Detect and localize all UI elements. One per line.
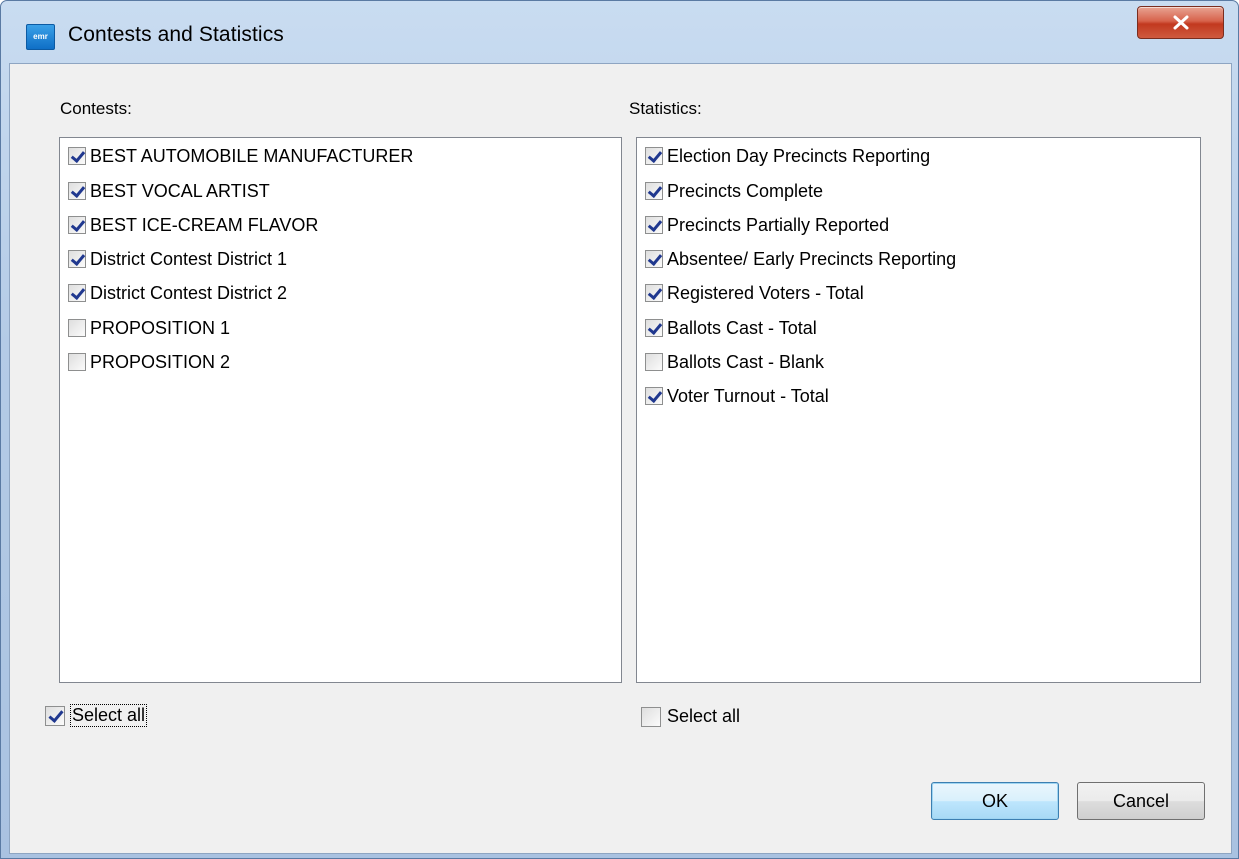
contest-checkbox-0[interactable]	[68, 147, 86, 165]
statistic-item[interactable]: Precincts Partially Reported	[645, 212, 889, 238]
contest-item[interactable]: BEST VOCAL ARTIST	[68, 178, 270, 204]
statistic-item-label: Voter Turnout - Total	[667, 385, 829, 406]
contest-item-label: PROPOSITION 2	[90, 351, 231, 372]
statistic-checkbox-2[interactable]	[645, 216, 663, 234]
contests-label: Contests:	[60, 99, 132, 118]
dialog-body: Contests: Statistics: BEST AUTOMOBILE MA…	[9, 63, 1232, 854]
statistic-checkbox-6[interactable]	[645, 353, 663, 371]
statistic-item[interactable]: Registered Voters - Total	[645, 280, 864, 306]
statistic-checkbox-5[interactable]	[645, 319, 663, 337]
contests-select-all-label: Select all	[69, 704, 148, 727]
contest-checkbox-1[interactable]	[68, 182, 86, 200]
contest-item-label: District Contest District 2	[90, 282, 288, 303]
statistic-item[interactable]: Election Day Precincts Reporting	[645, 143, 930, 169]
contest-item[interactable]: District Contest District 1	[68, 246, 287, 272]
contest-checkbox-2[interactable]	[68, 216, 86, 234]
app-icon: emr	[26, 24, 55, 50]
contest-item-label: BEST AUTOMOBILE MANUFACTURER	[90, 145, 414, 166]
statistic-item-label: Election Day Precincts Reporting	[667, 145, 931, 166]
statistic-item[interactable]: Precincts Complete	[645, 178, 823, 204]
ok-button[interactable]: OK	[931, 782, 1059, 820]
contest-item[interactable]: BEST ICE-CREAM FLAVOR	[68, 212, 318, 238]
statistic-item-label: Absentee/ Early Precincts Reporting	[667, 248, 957, 269]
close-icon	[1173, 15, 1189, 30]
statistics-select-all-checkbox[interactable]	[641, 706, 661, 727]
statistic-item-label: Ballots Cast - Total	[667, 317, 817, 338]
statistic-checkbox-0[interactable]	[645, 147, 663, 165]
statistic-item[interactable]: Ballots Cast - Blank	[645, 349, 824, 375]
contest-checkbox-5[interactable]	[68, 319, 86, 337]
statistic-item[interactable]: Voter Turnout - Total	[645, 383, 829, 409]
close-button[interactable]	[1137, 6, 1224, 39]
statistic-item-label: Precincts Complete	[667, 180, 824, 201]
statistic-item-label: Precincts Partially Reported	[667, 214, 890, 235]
contest-checkbox-3[interactable]	[68, 250, 86, 268]
statistics-list[interactable]: Election Day Precincts Reporting Precinc…	[636, 137, 1201, 683]
dialog-window: emr Contests and Statistics Contests: St…	[0, 0, 1239, 859]
contest-item-label: District Contest District 1	[90, 248, 288, 269]
contest-item-label: BEST ICE-CREAM FLAVOR	[90, 214, 319, 235]
contest-item[interactable]: PROPOSITION 1	[68, 315, 230, 341]
statistic-checkbox-4[interactable]	[645, 284, 663, 302]
statistics-select-all[interactable]: Select all	[641, 706, 740, 727]
contest-checkbox-6[interactable]	[68, 353, 86, 371]
contest-item[interactable]: PROPOSITION 2	[68, 349, 230, 375]
contests-list[interactable]: BEST AUTOMOBILE MANUFACTURER BEST VOCAL …	[59, 137, 622, 683]
statistic-checkbox-3[interactable]	[645, 250, 663, 268]
statistic-item[interactable]: Absentee/ Early Precincts Reporting	[645, 246, 956, 272]
window-title: Contests and Statistics	[68, 23, 284, 46]
contest-item-label: PROPOSITION 1	[90, 317, 231, 338]
statistic-item-label: Ballots Cast - Blank	[667, 351, 825, 372]
contest-checkbox-4[interactable]	[68, 284, 86, 302]
statistic-item-label: Registered Voters - Total	[667, 282, 864, 303]
statistic-checkbox-7[interactable]	[645, 387, 663, 405]
contests-select-all-checkbox[interactable]	[45, 705, 65, 726]
statistic-item[interactable]: Ballots Cast - Total	[645, 315, 817, 341]
contest-item-label: BEST VOCAL ARTIST	[90, 180, 270, 201]
cancel-button[interactable]: Cancel	[1077, 782, 1205, 820]
contest-item[interactable]: District Contest District 2	[68, 280, 287, 306]
statistics-label: Statistics:	[629, 99, 702, 118]
statistics-select-all-label: Select all	[667, 706, 741, 726]
contest-item[interactable]: BEST AUTOMOBILE MANUFACTURER	[68, 143, 413, 169]
title-bar[interactable]: emr Contests and Statistics	[1, 1, 1238, 63]
contests-select-all[interactable]: Select all	[45, 704, 148, 727]
statistic-checkbox-1[interactable]	[645, 182, 663, 200]
